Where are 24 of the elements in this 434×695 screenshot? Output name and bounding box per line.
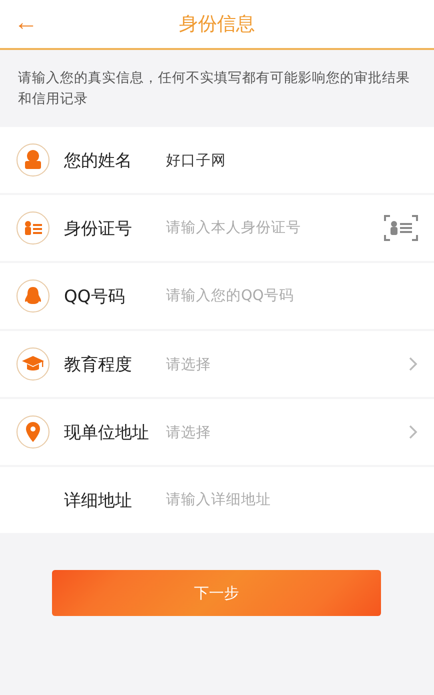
input-field[interactable]: 请输入详细地址 (166, 492, 386, 508)
input-field[interactable]: 好口子网 (166, 152, 386, 168)
id-scan-icon[interactable] (384, 215, 418, 241)
field-label: 教育程度 (64, 354, 133, 376)
select-field[interactable]: 请选择 (166, 422, 418, 442)
back-button[interactable]: ← (10, 8, 42, 38)
id-card-icon (16, 211, 50, 245)
graduation-cap-icon (16, 347, 50, 381)
penguin-icon (16, 279, 50, 313)
select-field[interactable]: 请选择 (166, 354, 418, 374)
field-label: 您的姓名 (64, 150, 133, 172)
location-pin-icon (16, 415, 50, 449)
input-field[interactable]: 请输入您的QQ号码 (166, 288, 386, 304)
chevron-right-icon (408, 356, 418, 372)
page-title: 身份信息 (179, 12, 255, 37)
notice-text: 请输入您的真实信息，任何不实填写都有可能影响您的审批结果和信用记录 (17, 69, 411, 109)
person-icon (16, 143, 50, 177)
field-label: 现单位地址 (64, 422, 150, 444)
next-button[interactable]: 下一步 (52, 570, 381, 616)
field-label: QQ号码 (64, 286, 126, 308)
chevron-right-icon (408, 424, 418, 440)
input-field[interactable]: 请输入本人身份证号 (166, 220, 346, 236)
field-label: 详细地址 (64, 490, 133, 512)
field-label: 身份证号 (64, 218, 133, 240)
